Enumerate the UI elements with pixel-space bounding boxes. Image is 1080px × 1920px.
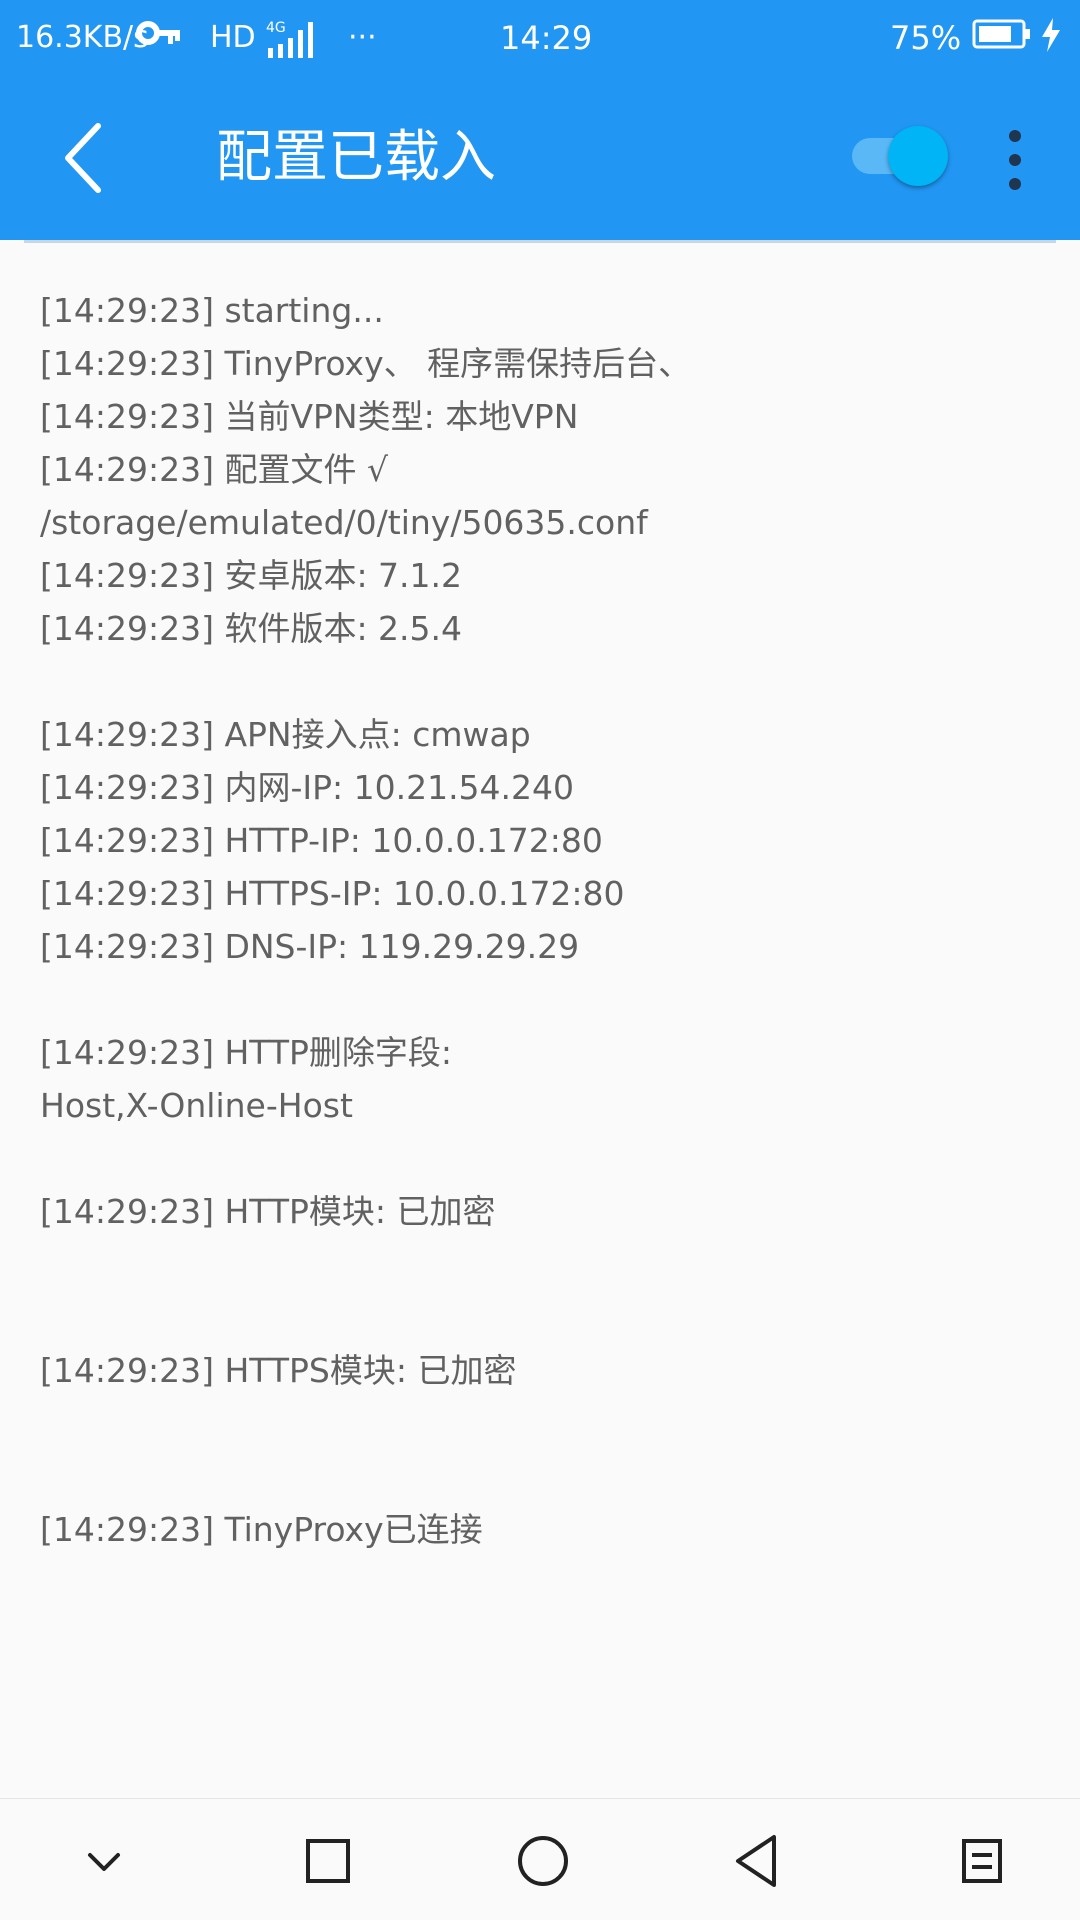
log-line: [14:29:23] 安卓版本: 7.1.2 [40, 556, 463, 595]
system-back-button[interactable] [718, 1821, 798, 1901]
chevron-down-icon [88, 1853, 120, 1871]
log-line: [14:29:23] APN接入点: cmwap [40, 715, 531, 754]
chevron-left-icon [65, 123, 101, 193]
home-button[interactable] [503, 1821, 583, 1901]
vpn-toggle[interactable] [852, 124, 952, 188]
battery-percent: 75% [890, 19, 962, 57]
navigation-bar [0, 1798, 1080, 1920]
square-recents-icon [306, 1839, 350, 1883]
log-line: [14:29:23] 配置文件 √ [40, 450, 388, 489]
clock: 14:29 [500, 19, 593, 57]
collapse-button[interactable] [64, 1821, 144, 1901]
log-line: [14:29:23] TinyProxy已连接 [40, 1510, 483, 1549]
log-line: [14:29:23] starting... [40, 291, 384, 330]
signal-icon: 4G [264, 18, 328, 73]
battery-icon [972, 18, 1032, 61]
log-line: [14:29:23] 内网-IP: 10.21.54.240 [40, 768, 575, 807]
menu-button[interactable] [942, 1821, 1022, 1901]
hd-label: HD [210, 20, 256, 55]
log-line: [14:29:23] HTTP模块: 已加密 [40, 1192, 496, 1231]
screen: 16.3KB/s HD 4G ··· 14:29 75% 配置已载入 [14:2… [0, 0, 1080, 1920]
charging-icon [1040, 18, 1062, 63]
circle-home-icon [518, 1836, 568, 1886]
log-line: [14:29:23] HTTPS-IP: 10.0.0.172:80 [40, 874, 625, 913]
notes-menu-icon [962, 1839, 1002, 1883]
more-notifications-icon: ··· [348, 20, 377, 55]
log-line: /storage/emulated/0/tiny/50635.conf [40, 503, 648, 542]
log-line: [14:29:23] 当前VPN类型: 本地VPN [40, 397, 579, 436]
log-line: [14:29:23] HTTP删除字段: [40, 1033, 453, 1072]
status-bar: 16.3KB/s HD 4G ··· 14:29 75% [0, 0, 1080, 78]
header-divider [24, 240, 1056, 243]
log-line: [14:29:23] DNS-IP: 119.29.29.29 [40, 927, 580, 966]
log-line: [14:29:23] HTTP-IP: 10.0.0.172:80 [40, 821, 603, 860]
page-title: 配置已载入 [216, 125, 496, 190]
key-icon [136, 18, 182, 59]
triangle-back-icon [736, 1835, 776, 1887]
toggle-thumb [888, 126, 948, 186]
recents-button[interactable] [288, 1821, 368, 1901]
overflow-menu-button[interactable] [990, 126, 1040, 196]
back-button[interactable] [52, 118, 132, 198]
app-bar: 配置已载入 [0, 78, 1080, 240]
log-line: [14:29:23] 软件版本: 2.5.4 [40, 609, 463, 648]
network-type: 4G [266, 20, 286, 36]
log-line: [14:29:23] TinyProxy、 程序需保持后台、 [40, 344, 692, 383]
log-output: [14:29:23] starting... [14:29:23] TinyPr… [40, 284, 1050, 1556]
log-line: [14:29:23] HTTPS模块: 已加密 [40, 1351, 517, 1390]
net-speed: 16.3KB/s [16, 20, 149, 55]
log-line: Host,X-Online-Host [40, 1086, 353, 1125]
more-vert-icon [1009, 130, 1021, 190]
